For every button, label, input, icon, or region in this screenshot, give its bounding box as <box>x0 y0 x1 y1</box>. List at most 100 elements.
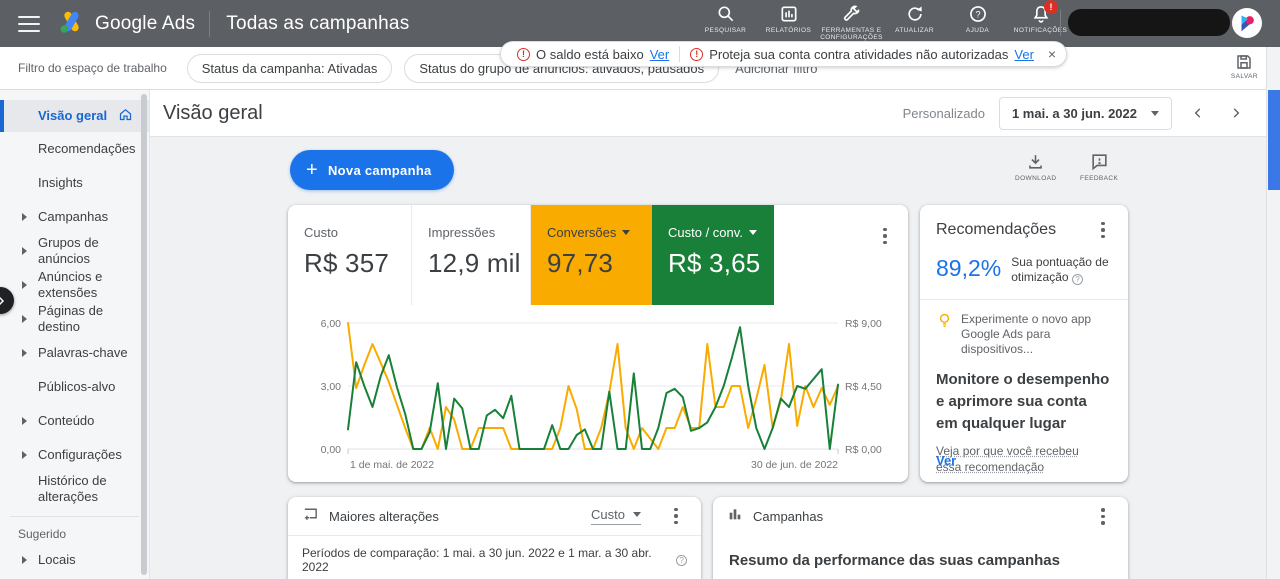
page-header: Visão geral Personalizado 1 mai. a 30 ju… <box>150 90 1266 137</box>
main-content: Visão geral Personalizado 1 mai. a 30 ju… <box>150 90 1266 579</box>
recommendation-reason-link[interactable]: Veja por que você recebeu essa recomenda… <box>936 443 1106 475</box>
sidebar-section-sugerido: Sugerido <box>0 517 149 543</box>
chevron-down-icon <box>633 512 641 517</box>
right-axis-tick: R$ 0,00 <box>845 444 882 456</box>
x-axis-end-label: 30 de jun. de 2022 <box>751 459 838 471</box>
refresh-icon[interactable]: ATUALIZAR <box>883 4 946 41</box>
left-axis-tick: 6,00 <box>321 318 342 330</box>
expand-arrow-icon <box>22 281 27 289</box>
right-axis-tick: R$ 9,00 <box>845 318 882 330</box>
sidebar-item-recomendacoes[interactable]: Recomendações <box>0 132 149 166</box>
sidebar-item-paginas-de-destino[interactable]: Páginas de destino <box>0 302 149 336</box>
metric-cell-custo-conv[interactable]: Custo / conv. R$ 3,65 <box>652 205 774 305</box>
save-button[interactable]: SALVAR <box>1231 53 1258 80</box>
alert-icon: ! <box>690 48 703 61</box>
sidebar-item-palavras-chave[interactable]: Palavras-chave <box>0 336 149 370</box>
left-axis-tick: 0,00 <box>321 444 342 456</box>
sidebar-item-visao-geral[interactable]: Visão geral <box>0 100 149 132</box>
page-title: Visão geral <box>163 102 263 125</box>
download-button[interactable]: DOWNLOAD <box>1015 152 1056 182</box>
changes-metric-dropdown[interactable]: Custo <box>591 507 641 525</box>
expand-arrow-icon <box>22 451 27 459</box>
sidebar-item-configuracoes[interactable]: Configurações <box>0 438 149 472</box>
alert-protect-link[interactable]: Ver <box>1014 47 1034 62</box>
right-axis-tick: R$ 4,50 <box>845 381 882 393</box>
previous-period-button[interactable] <box>1186 101 1210 125</box>
recommendations-title: Recomendações <box>936 221 1056 239</box>
tools-settings-icon[interactable]: FERRAMENTAS ECONFIGURAÇÕES <box>820 4 883 41</box>
close-icon[interactable]: × <box>1048 46 1056 62</box>
top-app-bar: Google Ads Todas as campanhas PESQUISAR … <box>0 0 1280 47</box>
sidebar-item-historico-de-alteracoes[interactable]: Histórico de alterações <box>0 472 149 506</box>
optimization-score-label: Sua pontuação de otimização <box>1011 255 1108 284</box>
reports-icon[interactable]: RELATÓRIOS <box>757 4 820 41</box>
date-range-picker[interactable]: 1 mai. a 30 jun. 2022 <box>999 97 1172 130</box>
biggest-changes-title: Maiores alterações <box>329 509 439 524</box>
campaigns-menu-icon[interactable] <box>1094 508 1112 526</box>
account-divider <box>1060 10 1061 36</box>
campaigns-title: Campanhas <box>753 509 823 524</box>
topbar-actions: PESQUISAR RELATÓRIOS FERRAMENTAS ECONFIG… <box>694 4 1072 41</box>
alert-divider <box>679 46 680 62</box>
help-icon[interactable]: ? AJUDA <box>946 4 1009 41</box>
menu-icon[interactable] <box>18 16 40 32</box>
next-period-button[interactable] <box>1224 101 1248 125</box>
overview-card-menu-icon[interactable] <box>876 227 894 245</box>
metric-cell-impressoes[interactable]: Impressões 12,9 mil <box>412 205 531 305</box>
optimization-score: 89,2% <box>936 255 1001 282</box>
notifications-icon[interactable]: ! NOTIFICAÇÕES <box>1009 4 1072 41</box>
chevron-down-icon <box>622 230 630 235</box>
expand-arrow-icon <box>22 315 27 323</box>
expand-arrow-icon <box>22 213 27 221</box>
metric-cell-custo[interactable]: Custo R$ 357 <box>288 205 412 305</box>
sidebar-item-grupos-de-anuncios[interactable]: Grupos de anúncios <box>0 234 149 268</box>
recommendations-card: Recomendações 89,2% Sua pontuação de oti… <box>920 205 1128 482</box>
save-label: SALVAR <box>1231 73 1258 80</box>
date-range-type: Personalizado <box>903 106 985 121</box>
recommendations-view-link[interactable]: Ver <box>936 453 956 468</box>
help-circle-icon[interactable]: ? <box>1072 274 1083 285</box>
sidebar-item-conteudo[interactable]: Conteúdo <box>0 404 149 438</box>
recommendations-menu-icon[interactable] <box>1094 221 1112 239</box>
expand-arrow-icon <box>22 556 27 564</box>
help-circle-icon[interactable]: ? <box>676 555 687 566</box>
notification-badge: ! <box>1044 0 1058 14</box>
alert-balance-link[interactable]: Ver <box>650 47 670 62</box>
account-info-redacted <box>1068 9 1230 36</box>
sidebar-item-insights[interactable]: Insights <box>0 166 149 200</box>
campaigns-card: Campanhas Resumo da performance das suas… <box>713 497 1128 579</box>
account-avatar[interactable] <box>1232 8 1262 38</box>
sidebar-scrollbar[interactable] <box>141 94 147 575</box>
sidebar-item-publicos-alvo[interactable]: Públicos-alvo <box>0 370 149 404</box>
sidebar-nav: Visão geral Recomendações Insights Campa… <box>0 90 150 579</box>
alert-protect: ! Proteja sua conta contra atividades nã… <box>684 47 1040 62</box>
alert-balance: ! O saldo está baixo Ver <box>511 47 675 62</box>
card-divider <box>920 299 1128 300</box>
x-axis-start-label: 1 de mai. de 2022 <box>350 459 434 471</box>
changes-menu-icon[interactable] <box>667 507 685 525</box>
alerts-bar: ! O saldo está baixo Ver ! Proteja sua c… <box>500 41 1067 67</box>
sidebar-item-campanhas[interactable]: Campanhas <box>0 200 149 234</box>
page-scrollbar-thumb[interactable] <box>1268 90 1280 190</box>
chevron-down-icon <box>1151 111 1159 116</box>
campaign-status-chip[interactable]: Status da campanha: Ativadas <box>187 54 393 83</box>
google-ads-logo-icon <box>58 8 85 40</box>
product-name: Google Ads <box>95 13 195 35</box>
sidebar-item-anuncios-e-extensoes[interactable]: Anúncios e extensões <box>0 268 149 302</box>
page-scrollbar-track <box>1266 47 1280 579</box>
expand-arrow-icon <box>22 417 27 425</box>
home-icon <box>118 107 133 126</box>
feedback-button[interactable]: FEEDBACK <box>1080 152 1118 182</box>
metric-cell-conversoes[interactable]: Conversões 97,73 <box>531 205 652 305</box>
alert-protect-text: Proteja sua conta contra atividades não … <box>709 47 1008 62</box>
metric-selector-row: Custo R$ 357 Impressões 12,9 mil Convers… <box>288 205 908 305</box>
campaigns-headline: Resumo da performance das suas campanhas <box>713 536 1128 569</box>
left-axis-tick: 3,00 <box>321 381 342 393</box>
search-icon[interactable]: PESQUISAR <box>694 4 757 41</box>
overview-card: Custo R$ 357 Impressões 12,9 mil Convers… <box>288 205 908 482</box>
overview-chart: 6,00 3,00 0,00 R$ 9,00 R$ 4,50 R$ 0,00 1… <box>288 305 908 482</box>
sidebar-item-locais[interactable]: Locais <box>0 543 149 577</box>
topbar-page-title: Todas as campanhas <box>226 13 409 35</box>
new-campaign-button[interactable]: + Nova campanha <box>290 150 454 190</box>
alert-balance-text: O saldo está baixo <box>536 47 644 62</box>
